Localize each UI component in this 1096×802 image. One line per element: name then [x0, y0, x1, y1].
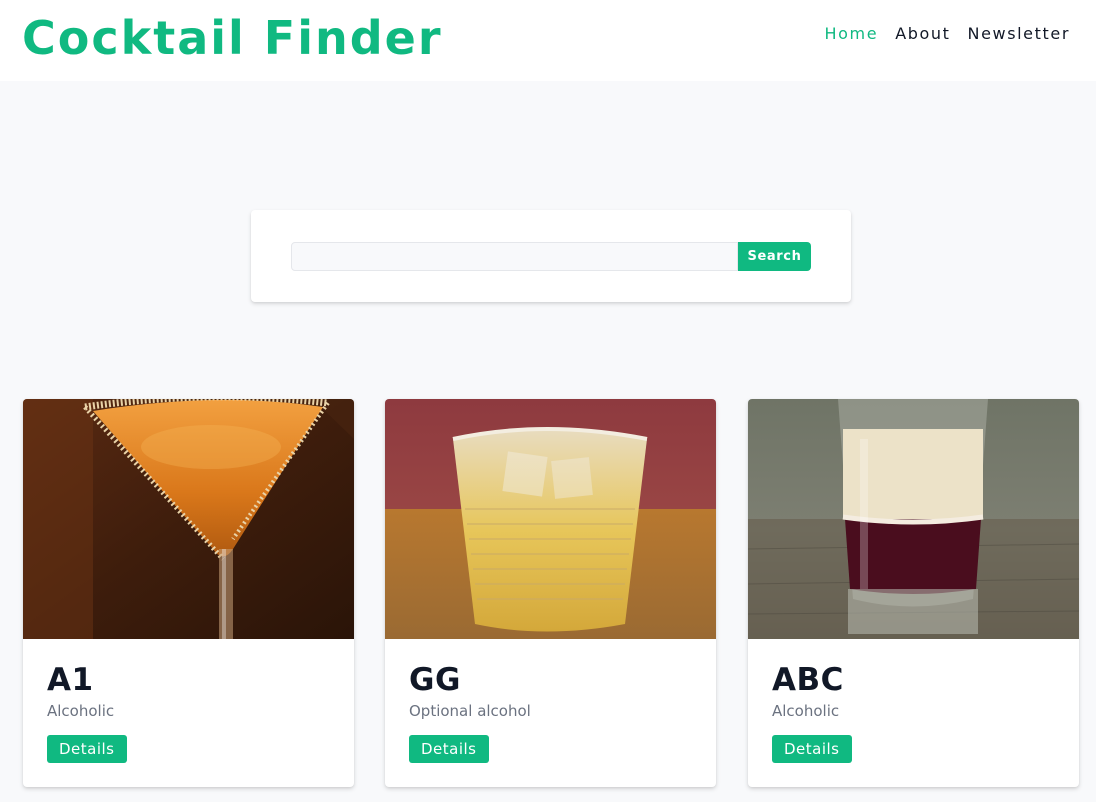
cocktail-card: A1 Alcoholic Details: [23, 399, 354, 787]
search-input[interactable]: [291, 242, 738, 271]
cocktail-alcoholic-info: Optional alcohol: [409, 702, 531, 720]
navbar: Cocktail Finder Home About Newsletter: [0, 0, 1096, 81]
cocktail-alcoholic-info: Alcoholic: [47, 702, 115, 720]
nav-links: Home About Newsletter: [825, 24, 1070, 44]
cocktail-name: GG: [409, 662, 461, 698]
cocktail-alcoholic-info: Alcoholic: [772, 702, 840, 720]
nav-link-about[interactable]: About: [895, 24, 950, 44]
cocktail-card: ABC Alcoholic Details: [748, 399, 1079, 787]
cocktail-name: A1: [47, 662, 94, 698]
details-button[interactable]: Details: [409, 735, 489, 763]
cocktail-name: ABC: [772, 662, 844, 698]
search-button[interactable]: Search: [738, 242, 811, 271]
cocktail-card: GG Optional alcohol Details: [385, 399, 716, 787]
details-button[interactable]: Details: [47, 735, 127, 763]
search-form: Search: [251, 210, 851, 302]
cocktail-image: [385, 399, 716, 639]
details-button[interactable]: Details: [772, 735, 852, 763]
nav-link-newsletter[interactable]: Newsletter: [968, 24, 1071, 44]
site-logo[interactable]: Cocktail Finder: [22, 8, 443, 68]
cocktail-image: [748, 399, 1079, 639]
nav-link-home[interactable]: Home: [825, 24, 879, 44]
cocktail-image: [23, 399, 354, 639]
